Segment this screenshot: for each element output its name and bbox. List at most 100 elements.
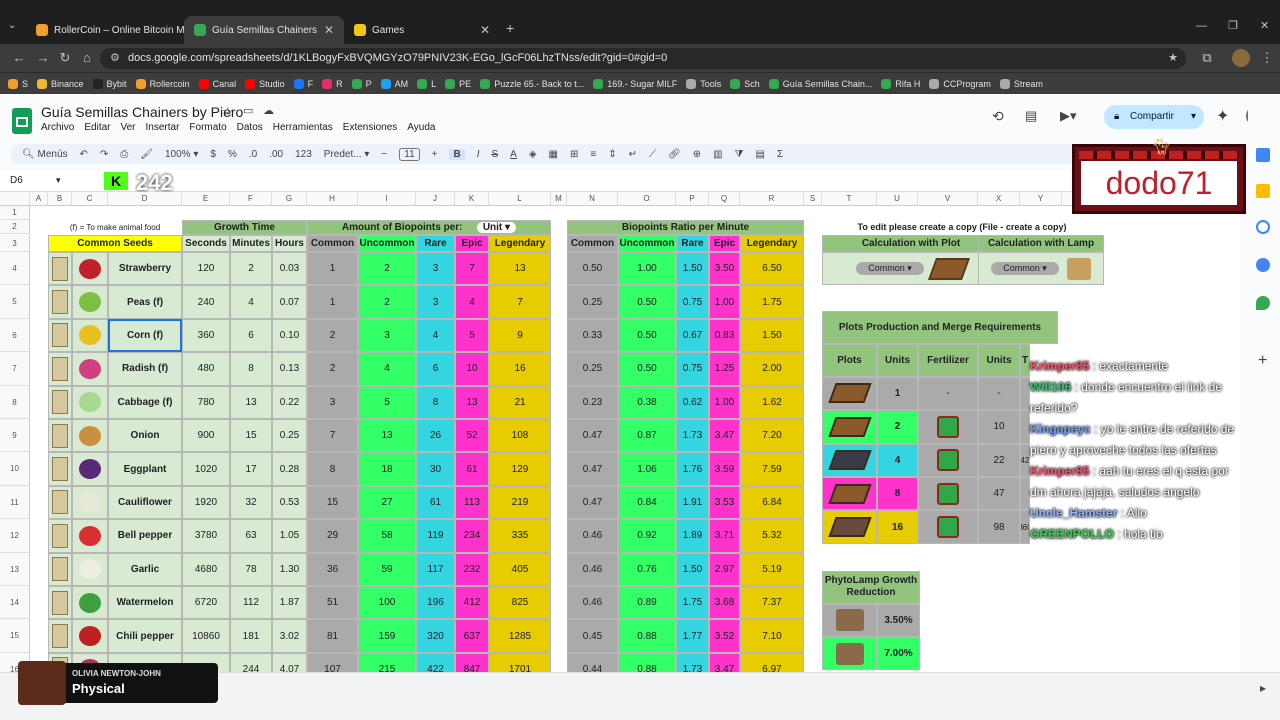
biopoints-cell[interactable]: 159 <box>358 619 416 653</box>
minutes-cell[interactable]: 78 <box>230 552 272 586</box>
ratio-cell[interactable]: 1.91 <box>676 485 709 520</box>
ratio-cell[interactable]: 0.50 <box>567 252 618 286</box>
ratio-cell[interactable]: 0.75 <box>676 285 709 319</box>
gemini-icon[interactable]: ✦ <box>1216 106 1229 126</box>
biopoints-cell[interactable]: 36 <box>307 552 358 586</box>
comment-icon[interactable]: ⊕ <box>693 149 701 160</box>
biopoints-cell[interactable]: 320 <box>416 619 455 653</box>
minutes-cell[interactable]: 32 <box>230 485 272 520</box>
maps-icon[interactable] <box>1256 296 1270 310</box>
star-icon[interactable]: ☆ <box>222 104 234 120</box>
seed-name[interactable]: Strawberry <box>108 252 182 286</box>
biopoints-cell[interactable]: 3 <box>416 285 455 319</box>
column-header[interactable]: R <box>740 192 804 206</box>
minutes-cell[interactable]: 2 <box>230 252 272 286</box>
biopoints-cell[interactable]: 16 <box>489 352 551 386</box>
zoom-select[interactable]: 100% ▾ <box>165 149 198 160</box>
row-header[interactable]: 13 <box>0 552 30 586</box>
ratio-cell[interactable]: 6.50 <box>740 252 804 286</box>
bookmark-item[interactable]: Tools <box>686 78 721 89</box>
calendar-icon[interactable] <box>1256 148 1270 162</box>
seconds-cell[interactable]: 1020 <box>182 452 230 486</box>
biopoints-cell[interactable]: 61 <box>455 452 489 486</box>
fertilizer-units[interactable]: 98 <box>978 510 1020 544</box>
seed-name[interactable]: Chili pepper <box>108 619 182 653</box>
biopoints-cell[interactable]: 27 <box>358 485 416 520</box>
text-color-icon[interactable]: A <box>510 149 517 160</box>
column-header[interactable]: N <box>567 192 618 206</box>
strikethrough-icon[interactable]: S <box>492 149 499 160</box>
biopoints-cell[interactable]: 117 <box>416 552 455 586</box>
fertilizer-units[interactable]: 22 <box>978 443 1020 477</box>
font-size-increase-icon[interactable]: + <box>432 149 438 160</box>
plot-extra[interactable] <box>1020 477 1030 511</box>
biopoints-cell[interactable]: 59 <box>358 552 416 586</box>
ratio-cell[interactable]: 5.32 <box>740 519 804 553</box>
menu-item[interactable]: Herramientas <box>273 122 333 133</box>
ratio-cell[interactable]: 1.00 <box>709 385 740 419</box>
biopoints-cell[interactable]: 405 <box>489 552 551 586</box>
ratio-cell[interactable]: 0.92 <box>618 519 676 553</box>
column-header[interactable]: V <box>918 192 978 206</box>
column-header[interactable]: F <box>230 192 272 206</box>
biopoints-cell[interactable]: 2 <box>358 252 416 286</box>
ratio-cell[interactable]: 3.47 <box>709 652 740 672</box>
biopoints-cell[interactable]: 6 <box>416 352 455 386</box>
decrease-decimal-button[interactable]: .0 <box>249 149 257 160</box>
ratio-cell[interactable]: 5.19 <box>740 552 804 586</box>
ratio-cell[interactable]: 0.47 <box>567 452 618 486</box>
biopoints-cell[interactable]: 1 <box>307 252 358 286</box>
biopoints-cell[interactable]: 8 <box>307 452 358 486</box>
fertilizer-units[interactable]: - <box>978 376 1020 411</box>
biopoints-cell[interactable]: 4 <box>455 285 489 319</box>
column-header[interactable]: U <box>877 192 918 206</box>
row-header[interactable]: 14 <box>0 586 30 620</box>
redo-icon[interactable]: ↷ <box>100 149 108 160</box>
biopoints-cell[interactable]: 2 <box>358 285 416 319</box>
menu-item[interactable]: Ayuda <box>407 122 435 133</box>
chart-icon[interactable]: ▥ <box>713 149 722 160</box>
biopoints-cell[interactable]: 5 <box>455 318 489 353</box>
row-header[interactable]: 6 <box>0 318 30 353</box>
ratio-cell[interactable]: 0.25 <box>567 285 618 319</box>
biopoints-cell[interactable]: 422 <box>416 652 455 672</box>
biopoints-cell[interactable]: 113 <box>455 485 489 520</box>
biopoints-cell[interactable]: 335 <box>489 519 551 553</box>
browser-menu-icon[interactable]: ⋮ <box>1258 49 1276 67</box>
calc-lamp-select[interactable]: Common ▾ <box>991 262 1059 276</box>
hours-cell[interactable]: 0.10 <box>272 318 307 353</box>
filter-views-icon[interactable]: ▤ <box>755 149 764 160</box>
column-header[interactable]: Y <box>1020 192 1062 206</box>
ratio-cell[interactable]: 0.88 <box>618 652 676 672</box>
column-header[interactable]: B <box>48 192 72 206</box>
biopoints-cell[interactable]: 2 <box>307 318 358 353</box>
bookmark-item[interactable]: Canal <box>198 78 236 89</box>
biopoints-cell[interactable]: 119 <box>416 519 455 553</box>
name-box-chevron-icon[interactable]: ▾ <box>56 175 61 186</box>
hours-cell[interactable]: 0.22 <box>272 385 307 419</box>
explore-icon[interactable]: ▸ <box>1260 681 1266 695</box>
row-header[interactable]: 8 <box>0 385 30 419</box>
menu-item[interactable]: Ver <box>120 122 135 133</box>
home-icon[interactable]: ⌂ <box>78 49 96 67</box>
ratio-cell[interactable]: 1.75 <box>740 285 804 319</box>
row-header[interactable]: 11 <box>0 485 30 520</box>
chevron-down-icon[interactable]: ▾ <box>1191 105 1196 129</box>
profile-icon[interactable] <box>1232 49 1250 67</box>
ratio-cell[interactable]: 0.38 <box>618 385 676 419</box>
biopoints-cell[interactable]: 13 <box>358 419 416 453</box>
biopoints-cell[interactable]: 21 <box>489 385 551 419</box>
font-size-input[interactable]: 11 <box>399 147 420 161</box>
tab-games[interactable]: Games ✕ <box>344 16 500 44</box>
seconds-cell[interactable]: 6720 <box>182 586 230 620</box>
biopoints-cell[interactable]: 129 <box>489 452 551 486</box>
biopoints-cell[interactable]: 3 <box>416 252 455 286</box>
column-header[interactable]: J <box>416 192 455 206</box>
biopoints-cell[interactable]: 8 <box>416 385 455 419</box>
biopoints-cell[interactable]: 1285 <box>489 619 551 653</box>
calc-plot-select[interactable]: Common ▾ <box>856 262 924 276</box>
minutes-cell[interactable]: 17 <box>230 452 272 486</box>
ratio-cell[interactable]: 1.50 <box>740 318 804 353</box>
bookmark-item[interactable]: Rollercoin <box>135 78 190 89</box>
row-header[interactable]: 12 <box>0 519 30 553</box>
